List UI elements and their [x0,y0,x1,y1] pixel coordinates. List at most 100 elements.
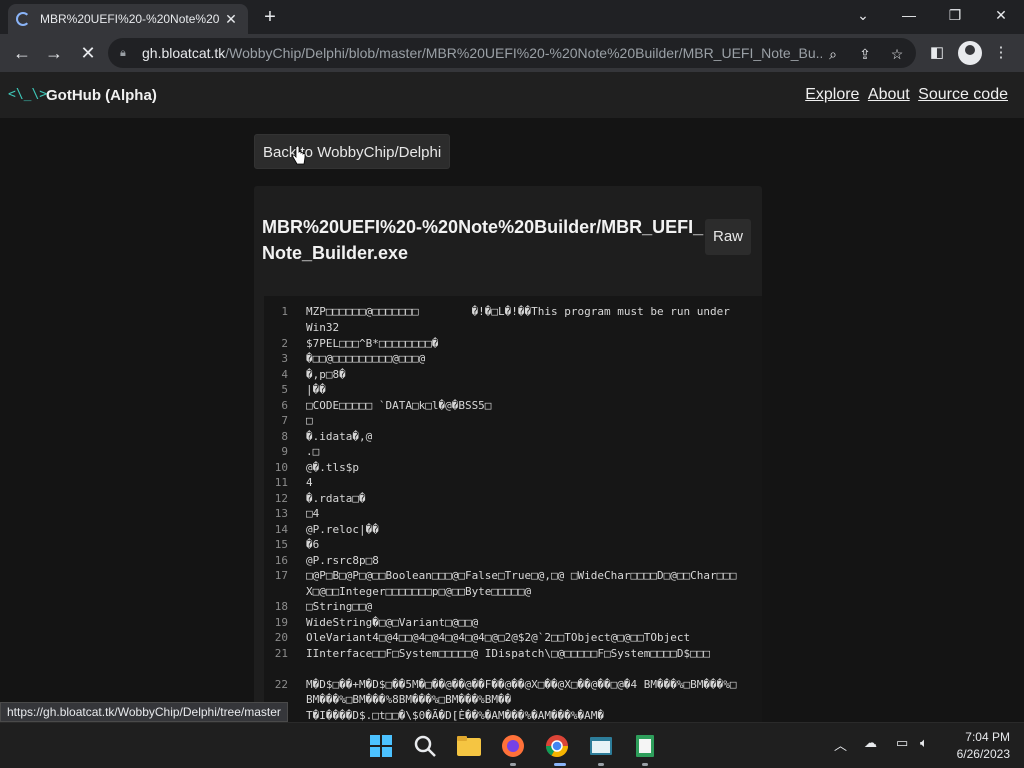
browser-tab[interactable]: MBR%20UEFI%20-%20Note%20 ✕ [8,4,248,34]
code-line: 3 �□□@□□□□□□□□□@□□□@ [264,351,742,367]
app-running-indicator [598,763,604,766]
tab-search-icon[interactable]: ⌄ [840,0,886,30]
app-window-icon[interactable] [586,731,616,761]
line-content: □CODE□□□□□ `DATA□k□l�@�BSS5□ [306,398,492,412]
system-clock[interactable]: 7:04 PM 6/26/2023 [957,729,1010,763]
firefox-icon[interactable] [498,731,528,761]
line-number: 18 [274,600,288,613]
line-content: T�I����D$.□t□□�\$0�Ã�D[È��%�AM���%�AM���… [306,708,605,722]
restore-button[interactable]: ❐ [932,0,978,30]
clock-date: 6/26/2023 [956,747,1010,761]
line-number: 15 [274,538,288,551]
line-content: .□ [306,445,320,458]
code-line: 11 4 [264,475,742,491]
close-window-button[interactable]: ✕ [978,0,1024,30]
code-line: 15 �6 [264,537,742,553]
code-line: 17 □@P□B□@P□@□□Boolean□□□@□False□True□@,□… [264,568,742,599]
line-number: 4 [281,367,288,381]
line-content: @�.tls$p [306,460,359,474]
line-content: IInterface□□F□System□□□□□@ IDispatch\□@□… [306,646,710,660]
line-content: □4 [306,507,320,520]
code-line: 6 □CODE□□□□□ `DATA□k□l�@�BSS5□ [264,398,742,414]
line-number: 12 [274,491,288,505]
nav-explore-link[interactable]: Explore [805,86,859,103]
file-explorer-icon[interactable] [454,731,484,761]
line-content: 4 [306,476,313,489]
code-line: 13 □4 [264,506,742,522]
os-taskbar: ︿ ☁ ▭ 🔈︎ 7:04 PM 6/26/2023 [0,722,1024,768]
line-content: |�� [306,383,326,396]
share-icon[interactable]: ⇪ [856,45,874,63]
line-number: 14 [274,522,288,536]
line-number: 17 [274,569,288,582]
file-title: MBR%20UEFI%20-%20Note%20Builder/MBR_UEFI… [262,217,704,263]
address-bar[interactable]: 🔒︎ gh.bloatcat.tk/WobbyChip/Delphi/blob/… [108,38,916,68]
code-line: 7 □ [264,413,742,429]
code-line: 16 @P.rsrc8p□8 [264,553,742,569]
line-number: 13 [274,507,288,520]
volume-icon[interactable]: 🔈︎ [920,735,928,751]
code-line: 20 OleVariant4□@4□□@4□@4□@4□@4□@□2@$2@`2□… [264,630,742,646]
network-icon[interactable]: ▭ [896,735,908,751]
search-icon[interactable]: ⌕ [824,45,842,63]
chrome-icon[interactable] [542,731,572,761]
minimize-button[interactable]: — [886,0,932,30]
gothub-logo-icon[interactable]: <\_\> [8,87,47,102]
tray-overflow-icon[interactable]: ︿ [834,735,847,754]
line-number: 16 [274,553,288,567]
line-number: 9 [281,445,288,458]
code-line: 18 □String□□@ [264,599,742,615]
line-content: MZP□□□□□□@□□□□□□□ �!�□L�!��This program … [306,305,737,334]
windows-start-icon[interactable] [366,731,396,761]
lock-icon: 🔒︎ [120,47,126,59]
line-number: 7 [281,414,288,427]
code-line: 23T�I����D$.□t□□�\$0�Ã�D[È��%�AM���%�AM�… [264,708,742,724]
bookmark-star-icon[interactable]: ☆ [888,45,906,63]
close-tab-icon[interactable]: ✕ [222,11,240,28]
line-content: �6 [306,538,320,551]
notepad-icon[interactable] [630,731,660,761]
site-brand[interactable]: GotHub (Alpha) [46,87,157,104]
code-viewer: 1 MZP□□□□□□@□□□□□□□ �!�□L�!��This program… [264,296,762,726]
firefox-running-indicator [510,763,516,766]
stop-icon[interactable]: ✕ [74,39,102,67]
line-content: �.idata�,@ [306,429,373,443]
line-number: 5 [281,383,288,396]
profile-avatar-icon[interactable] [958,41,982,65]
line-content: □String□□@ [306,600,373,613]
back-to-repo-button[interactable]: Back to WobbyChip/Delphi [254,134,451,169]
code-line: 1 MZP□□□□□□@□□□□□□□ �!�□L�!��This program… [264,304,742,335]
line-number: 3 [281,352,288,365]
link-status-bar: https://gh.bloatcat.tk/WobbyChip/Delphi/… [0,702,288,722]
hand-cursor-icon [292,146,306,165]
line-content: �,p□8� [306,367,346,381]
line-number: 1 [281,305,288,318]
nav-about-link[interactable]: About [868,86,910,103]
line-content: M�D$□��+M�D$□��5M�□��@��@��F��@��@X□��@X… [306,677,737,707]
line-content: □@P□B□@P□@□□Boolean□□□@□False□True□@,□@ … [306,569,737,598]
browser-toolbar: ← → ✕ 🔒︎ gh.bloatcat.tk/WobbyChip/Delphi… [0,34,1024,72]
browser-tab-bar: MBR%20UEFI%20-%20Note%20 ✕ + ⌄ — ❐ ✕ [0,0,1024,34]
line-number: 21 [274,646,288,660]
loading-icon [16,12,30,26]
line-content: WideString�□@□Variant□@□□@ [306,615,479,629]
line-content: �□□@□□□□□□□□□@□□□@ [306,352,426,365]
code-line: 2 $7PEL□□□^B*□□□□□□□□� [264,336,742,352]
code-line: 21 IInterface□□F□System□□□□□@ IDispatch\□… [264,646,742,662]
code-line: 10 @�.tls$p [264,460,742,476]
site-header: <\_\> GotHub (Alpha) Explore About Sourc… [0,72,1024,118]
line-number: 20 [274,631,288,644]
search-taskbar-icon[interactable] [410,731,440,761]
new-tab-button[interactable]: + [258,5,282,29]
back-icon[interactable]: ← [8,39,36,67]
nav-source-code-link[interactable]: Source code [918,86,1008,103]
menu-icon[interactable]: ⋮ [990,42,1012,64]
side-panel-icon[interactable]: ◧ [926,42,948,64]
onedrive-icon[interactable]: ☁ [864,735,877,751]
code-line: 14 @P.reloc|�� [264,522,742,538]
raw-button[interactable]: Raw [705,219,751,255]
line-number: 11 [274,476,288,489]
line-number: 8 [281,429,288,443]
forward-icon[interactable]: → [40,39,68,67]
line-content: @P.rsrc8p□8 [306,553,379,567]
